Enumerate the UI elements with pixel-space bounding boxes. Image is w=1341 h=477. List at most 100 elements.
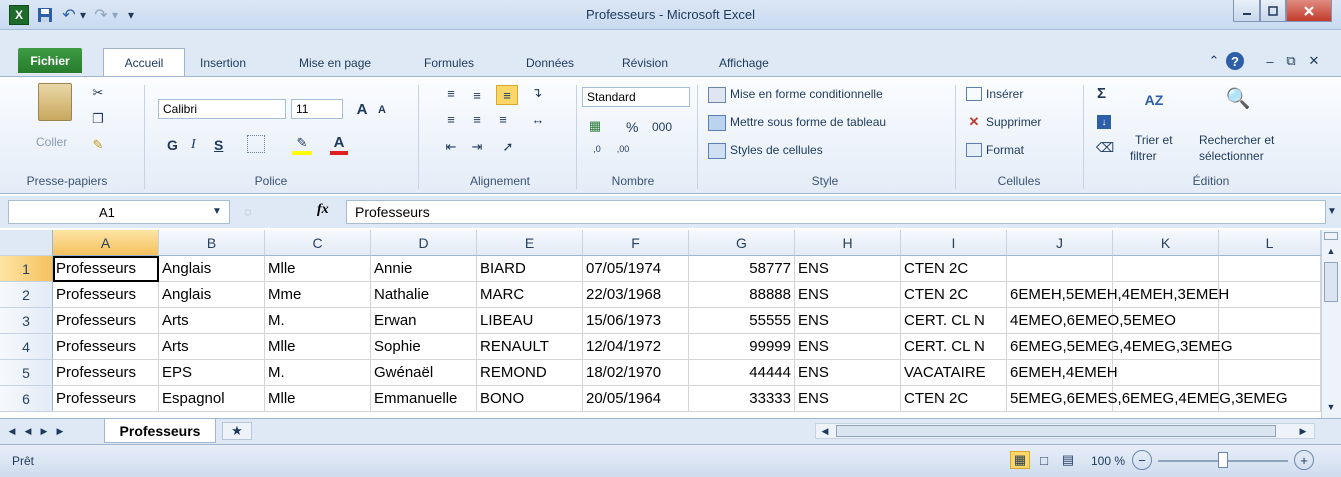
italic-button[interactable]: I [191,137,196,153]
cell-l2[interactable] [1219,282,1321,308]
cell-l4[interactable] [1219,334,1321,360]
cell-d6[interactable]: Emmanuelle [371,386,477,412]
insert-cells-button[interactable]: Insérer [986,87,1023,101]
cell-e4[interactable]: RENAULT [477,334,583,360]
cell-g5[interactable]: 44444 [689,360,795,386]
cell-c4[interactable]: Mlle [265,334,371,360]
decrease-decimal-icon[interactable]: ,00 [614,141,632,157]
cell-k1[interactable] [1113,256,1219,282]
bold-button[interactable]: G [167,137,178,153]
cell-j1[interactable] [1007,256,1113,282]
row-header-4[interactable]: 4 [0,334,53,360]
cell-b5[interactable]: EPS [159,360,265,386]
cell-d5[interactable]: Gwénaël [371,360,477,386]
worksheet-grid[interactable]: A B C D E F G H I J K L 1 Professeurs Angl… [0,230,1341,418]
cell-f3[interactable]: 15/06/1973 [583,308,689,334]
horizontal-scrollbar[interactable]: ◀ ▶ [815,423,1315,439]
cell-b2[interactable]: Anglais [159,282,265,308]
column-header-a[interactable]: A [53,230,159,256]
cell-h5[interactable]: ENS [795,360,901,386]
cell-c5[interactable]: M. [265,360,371,386]
cell-j5[interactable]: 6EMEH,4EMEH [1007,360,1118,386]
tab-mise-en-page[interactable]: Mise en page [299,56,371,70]
cell-d1[interactable]: Annie [371,256,477,282]
cell-styles-icon[interactable] [708,143,726,159]
insert-sheet-icon[interactable]: ★ [222,422,252,440]
cell-d3[interactable]: Erwan [371,308,477,334]
copy-icon[interactable]: ❐ [90,111,106,127]
cell-i2[interactable]: CTEN 2C [901,282,1007,308]
shrink-font-icon[interactable]: A [374,101,390,119]
normal-view-icon[interactable]: ▦ [1010,451,1030,469]
currency-icon[interactable]: ▦ [585,117,605,135]
cut-icon[interactable]: ✂ [90,85,106,101]
column-header-g[interactable]: G [689,230,795,256]
column-header-f[interactable]: F [583,230,689,256]
delete-cells-button[interactable]: Supprimer [986,115,1041,129]
cell-g4[interactable]: 99999 [689,334,795,360]
cell-g2[interactable]: 88888 [689,282,795,308]
find-select-label-1[interactable]: Rechercher et [1199,133,1274,147]
format-cells-icon[interactable] [966,143,982,157]
select-all-corner[interactable] [0,230,53,256]
font-color-icon[interactable]: A [330,133,348,155]
increase-indent-icon[interactable]: ⇥ [468,139,486,155]
wrap-text-icon[interactable]: ↴ [528,85,546,101]
split-box-icon[interactable] [1324,232,1338,240]
paste-label[interactable]: Coller [36,135,67,149]
cell-l1[interactable] [1219,256,1321,282]
zoom-out-icon[interactable]: − [1132,450,1152,470]
column-header-i[interactable]: I [901,230,1007,256]
row-header-6[interactable]: 6 [0,386,53,412]
zoom-in-icon[interactable]: + [1294,450,1314,470]
scroll-left-icon[interactable]: ◀ [818,425,832,437]
zoom-level[interactable]: 100 % [1091,454,1125,468]
cell-i4[interactable]: CERT. CL N [901,334,1007,360]
scroll-up-icon[interactable]: ▲ [1324,244,1338,258]
cell-a3[interactable]: Professeurs [53,308,159,334]
sort-filter-icon[interactable]: AZ [1140,83,1168,117]
page-layout-view-icon[interactable]: □ [1034,451,1054,469]
grow-font-icon[interactable]: A [352,99,372,119]
cell-i6[interactable]: CTEN 2C [901,386,1007,412]
cell-g3[interactable]: 55555 [689,308,795,334]
align-left-icon[interactable]: ≡ [442,111,460,127]
align-center-icon[interactable]: ≡ [468,111,486,127]
borders-icon[interactable] [247,135,265,153]
cell-j6[interactable]: 5EMEG,6EMES,6EMEG,4EMEG,3EMEG [1007,386,1288,412]
tab-revision[interactable]: Révision [622,56,668,70]
column-header-j[interactable]: J [1007,230,1113,256]
tab-affichage[interactable]: Affichage [719,56,769,70]
decrease-indent-icon[interactable]: ⇤ [442,139,460,155]
cell-c1[interactable]: Mlle [265,256,371,282]
cell-b6[interactable]: Espagnol [159,386,265,412]
column-header-l[interactable]: L [1219,230,1321,256]
tab-accueil[interactable]: Accueil [103,48,185,76]
cell-f4[interactable]: 12/04/1972 [583,334,689,360]
cell-d2[interactable]: Nathalie [371,282,477,308]
scroll-right-icon[interactable]: ▶ [1296,425,1310,437]
tab-insertion[interactable]: Insertion [200,56,246,70]
formula-input[interactable]: Professeurs [346,200,1326,224]
cell-j2[interactable]: 6EMEH,5EMEH,4EMEH,3EMEH [1007,282,1229,308]
cell-a5[interactable]: Professeurs [53,360,159,386]
cell-f2[interactable]: 22/03/1968 [583,282,689,308]
row-header-3[interactable]: 3 [0,308,53,334]
format-as-table-icon[interactable] [708,115,726,131]
cell-a4[interactable]: Professeurs [53,334,159,360]
sort-filter-label-1[interactable]: Trier et [1135,133,1173,147]
format-as-table-button[interactable]: Mettre sous forme de tableau [730,115,886,129]
cell-i1[interactable]: CTEN 2C [901,256,1007,282]
help-icon[interactable]: ? [1226,52,1244,70]
cell-a6[interactable]: Professeurs [53,386,159,412]
cell-e2[interactable]: MARC [477,282,583,308]
restore-button[interactable] [1260,0,1286,22]
cell-j3[interactable]: 4EMEO,6EMEO,5EMEO [1007,308,1176,334]
font-size-select[interactable]: 11 [291,99,343,119]
find-select-label-2[interactable]: sélectionner [1199,149,1264,163]
align-bottom-icon[interactable]: ≡ [496,85,518,105]
prev-sheet-icon[interactable]: ◀ [22,424,34,438]
column-header-e[interactable]: E [477,230,583,256]
cell-k5[interactable] [1113,360,1219,386]
cell-e1[interactable]: BIARD [477,256,583,282]
